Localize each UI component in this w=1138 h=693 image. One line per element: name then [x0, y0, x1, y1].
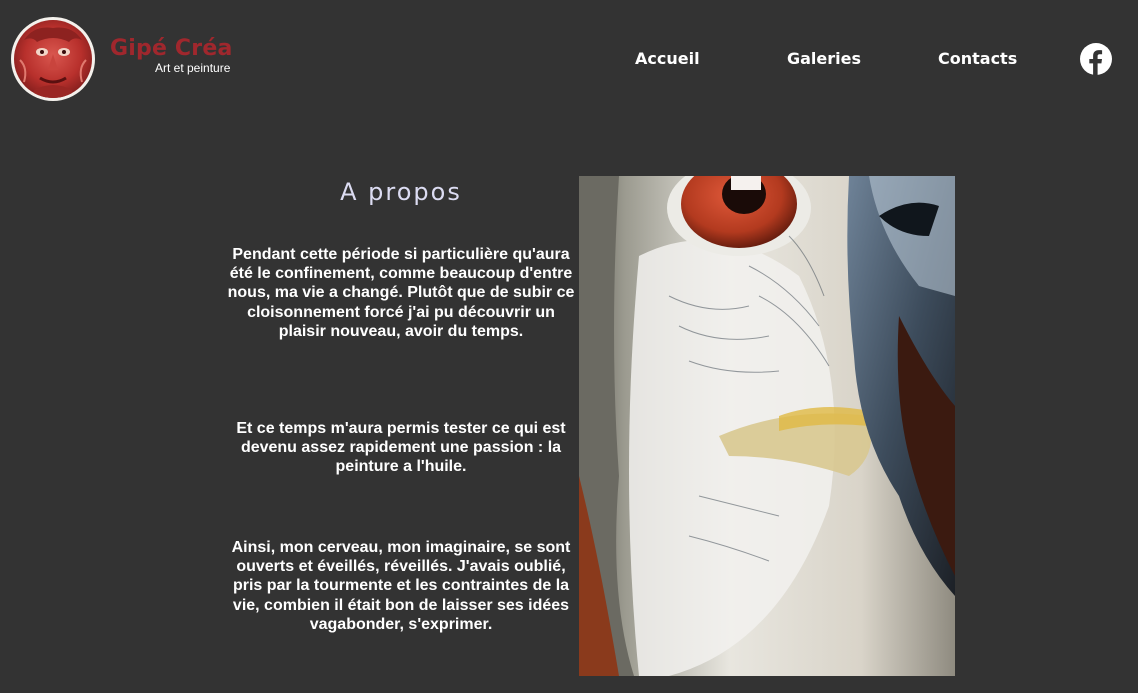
- about-paragraph-2: Et ce temps m'aura permis tester ce qui …: [236, 420, 566, 476]
- facebook-icon[interactable]: [1080, 43, 1112, 75]
- logo-avatar[interactable]: [11, 17, 95, 101]
- nav-link-accueil[interactable]: Accueil: [635, 49, 700, 69]
- nav-link-galeries[interactable]: Galeries: [787, 49, 861, 69]
- page: Gipé Créa Art et peinture Accueil Galeri…: [0, 0, 1138, 693]
- about-paragraph-3: Ainsi, mon cerveau, mon imaginaire, se s…: [231, 539, 571, 633]
- brand-subtitle: Art et peinture: [155, 61, 231, 75]
- about-paragraph-1: Pendant cette période si particulière qu…: [227, 246, 575, 340]
- logo-painting-image: [14, 20, 92, 98]
- bird-painting-image: [579, 176, 955, 676]
- nav-link-contacts[interactable]: Contacts: [938, 49, 1017, 69]
- about-title: A propos: [340, 178, 462, 206]
- brand-title[interactable]: Gipé Créa: [110, 36, 233, 61]
